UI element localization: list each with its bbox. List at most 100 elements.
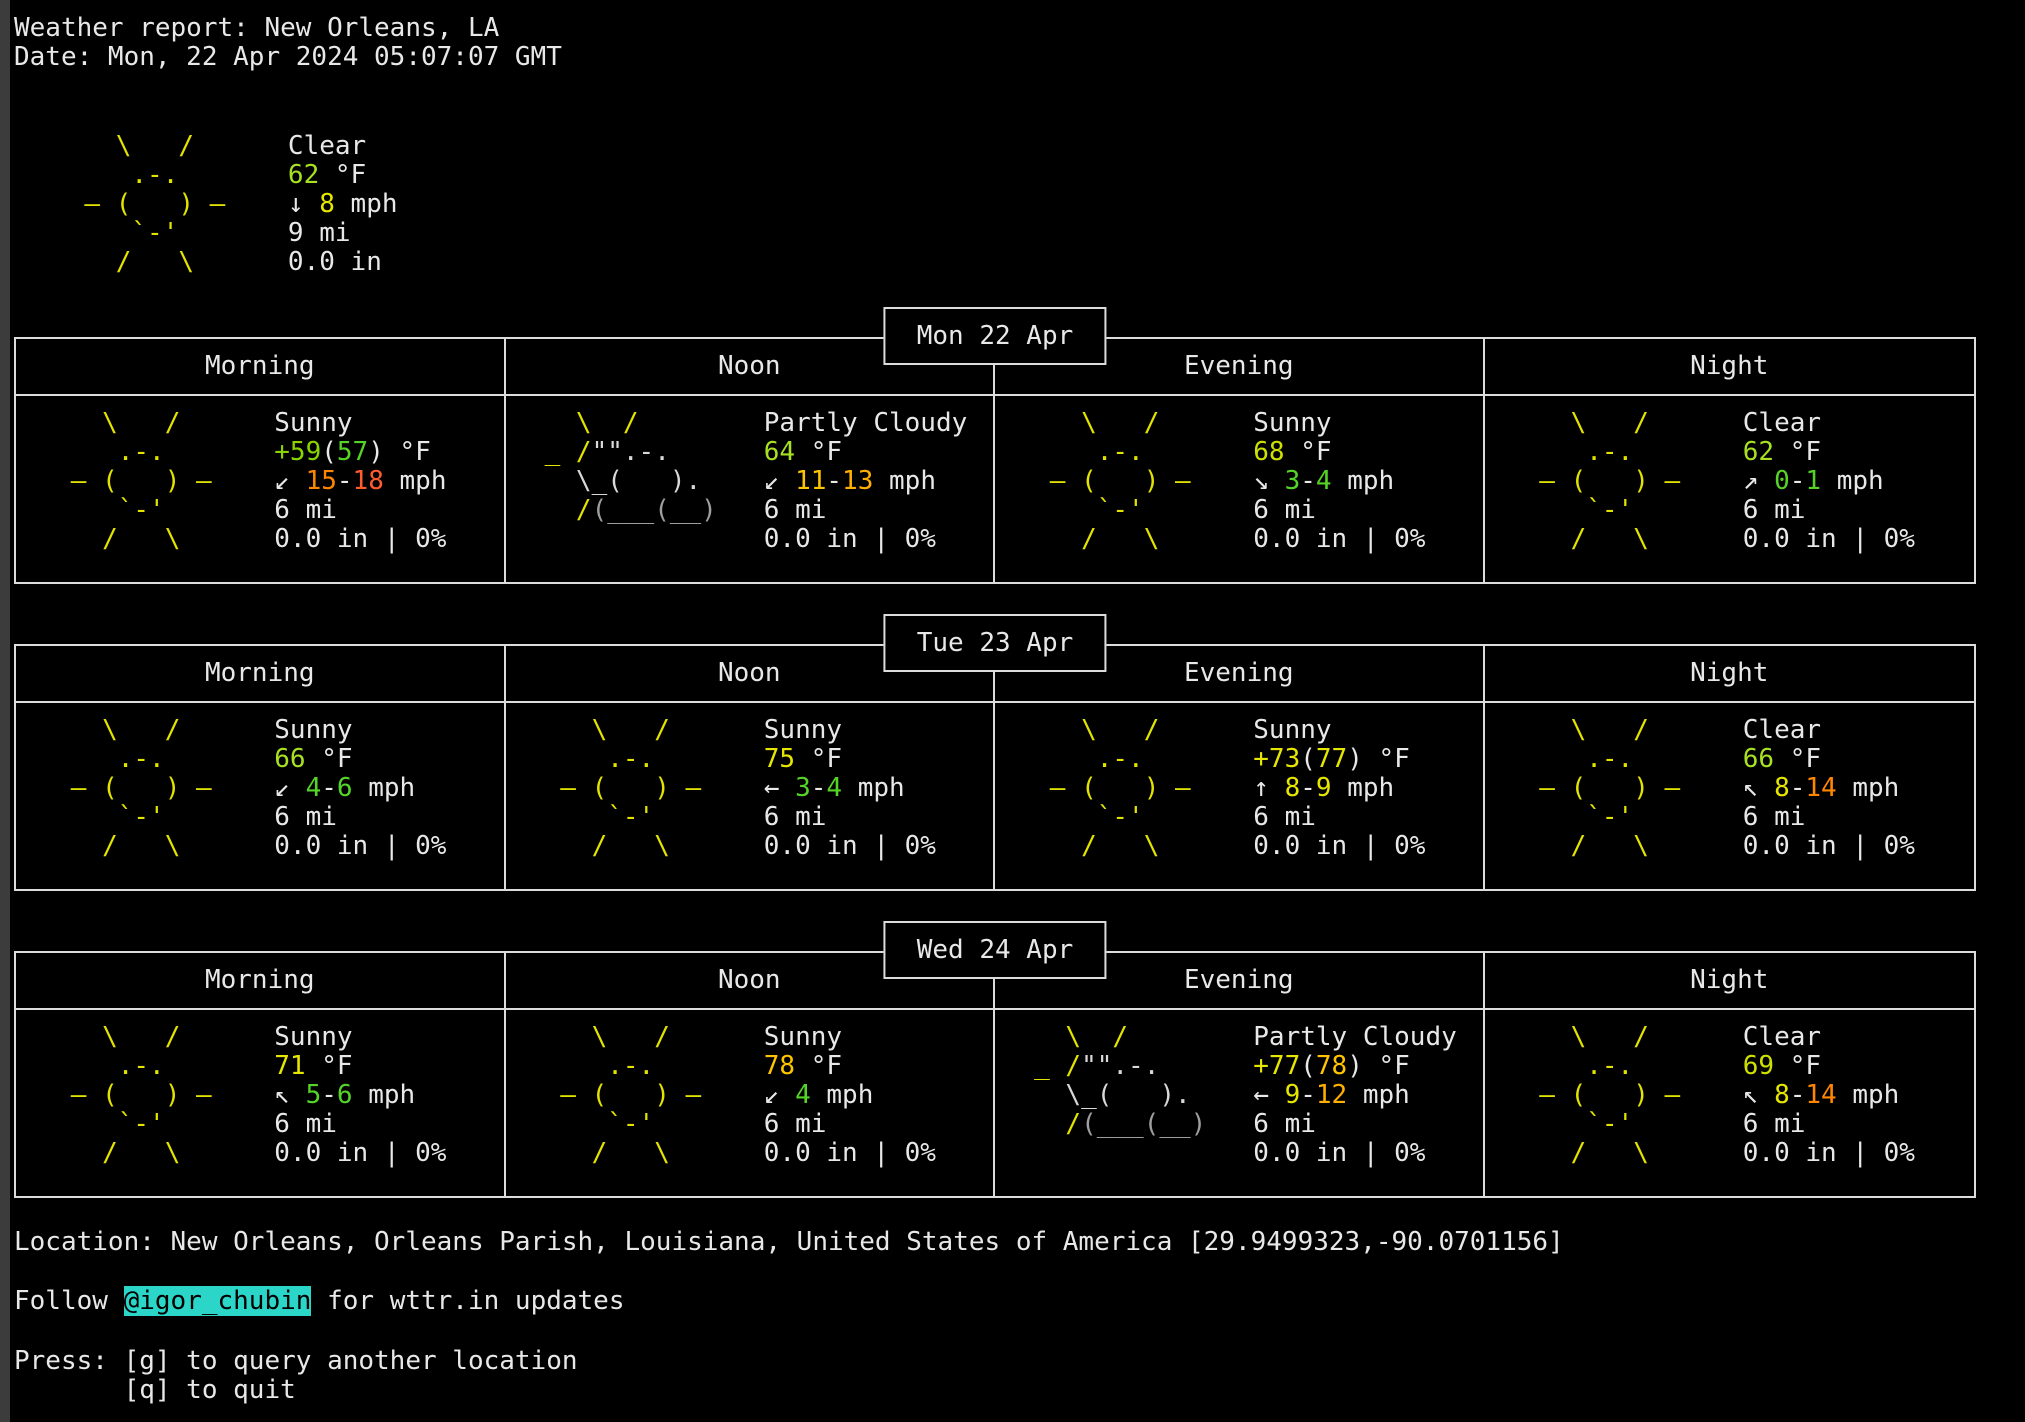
text-segment: Sunny bbox=[274, 1022, 352, 1052]
text-segment: ― ( ) ― bbox=[1018, 773, 1222, 803]
text-segment: Partly Cloudy bbox=[1253, 1022, 1457, 1052]
report-title: Weather report: New Orleans, LA bbox=[14, 14, 2011, 43]
forecast-cell-night: \ / .-. ― ( ) ― `-' / \ Clear 69 °F ↖ 8-… bbox=[1485, 1010, 1975, 1196]
text-segment: ) bbox=[1347, 744, 1363, 774]
text-segment: .-. bbox=[1508, 437, 1712, 467]
forecast-cell-night: \ / .-. ― ( ) ― `-' / \ Clear 62 °F ↗ 0-… bbox=[1485, 396, 1975, 582]
text-segment: 9 bbox=[1285, 1080, 1301, 1110]
text-segment: 15 bbox=[306, 466, 337, 496]
text-segment: ― ( ) ― bbox=[529, 1080, 733, 1110]
text-segment: 71 bbox=[274, 1051, 305, 1081]
sun-art-icon: \ / .-. ― ( ) ― `-' / \ bbox=[39, 409, 274, 554]
text-segment: °F bbox=[384, 437, 431, 467]
text-segment: / \ bbox=[1018, 831, 1222, 861]
text-segment: 6 mi bbox=[274, 495, 337, 525]
twitter-handle[interactable]: @igor_chubin bbox=[124, 1286, 312, 1316]
text-segment: \ / bbox=[1508, 408, 1712, 438]
text-segment: / \ bbox=[1508, 831, 1712, 861]
text-segment: 11 bbox=[795, 466, 826, 496]
text-segment: ( bbox=[1300, 1051, 1316, 1081]
date-tab: Tue 23 Apr bbox=[883, 614, 1106, 672]
text-segment: ↗ bbox=[1743, 466, 1774, 496]
text-segment: 0 bbox=[1774, 466, 1790, 496]
text-segment: 3 bbox=[795, 773, 811, 803]
text-segment: ― ( ) ― bbox=[1508, 773, 1712, 803]
text-segment: °F bbox=[1363, 1051, 1410, 1081]
text-segment: Sunny bbox=[764, 715, 842, 745]
text-segment: \ / bbox=[39, 1022, 243, 1052]
current-weather-art-icon: \ / .-. ― ( ) ― `-' / \ bbox=[53, 132, 288, 277]
keyboard-hints: Press: [g] to query another location [q]… bbox=[14, 1347, 2011, 1405]
text-segment: 1 bbox=[1805, 466, 1821, 496]
forecast-cell-evening: \ / .-. ― ( ) ― `-' / \ Sunny 68 °F ↘ 3-… bbox=[995, 396, 1485, 582]
text-segment: 4 bbox=[826, 773, 842, 803]
text-segment: °F bbox=[319, 160, 366, 190]
text-segment: .-. bbox=[1508, 1051, 1712, 1081]
forecast-day: Tue 23 AprMorningNoonEveningNight \ / .-… bbox=[14, 644, 1976, 891]
text-segment: 6 bbox=[337, 1080, 353, 1110]
text-segment: ― ( ) ― bbox=[39, 466, 243, 496]
sun-art-icon: \ / .-. ― ( ) ― `-' / \ bbox=[39, 1023, 274, 1168]
text-segment: mph bbox=[811, 1080, 874, 1110]
text-segment: "".-. bbox=[1081, 1051, 1222, 1081]
text-segment: `-' bbox=[39, 1109, 243, 1139]
forecast-cell-morning: \ / .-. ― ( ) ― `-' / \ Sunny 66 °F ↙ 4-… bbox=[16, 703, 506, 889]
text-segment: 0.0 in | 0% bbox=[274, 831, 446, 861]
date-tab: Mon 22 Apr bbox=[883, 307, 1106, 365]
text-segment: - bbox=[321, 773, 337, 803]
text-segment: \_( ). bbox=[529, 466, 733, 496]
text-segment: Partly Cloudy bbox=[764, 408, 968, 438]
forecast-table: MorningNoonEveningNight \ / .-. ― ( ) ― … bbox=[14, 644, 1976, 891]
text-segment: / \ bbox=[53, 247, 257, 277]
text-segment: ← bbox=[1253, 1080, 1284, 1110]
text-segment: Sunny bbox=[274, 408, 352, 438]
text-segment: _ / bbox=[529, 437, 592, 467]
text-segment: Sunny bbox=[1253, 715, 1331, 745]
text-segment: 6 mi bbox=[1743, 495, 1806, 525]
text-segment: 64 bbox=[764, 437, 795, 467]
text-segment: 18 bbox=[353, 466, 384, 496]
text-segment: 0.0 in | 0% bbox=[274, 1138, 446, 1168]
text-segment: \ / bbox=[39, 715, 243, 745]
text-segment: ↙ bbox=[274, 466, 305, 496]
text-segment: mph bbox=[1347, 1080, 1410, 1110]
weather-details: Sunny 78 °F ↙ 4 mph 6 mi 0.0 in | 0% bbox=[764, 1023, 936, 1168]
text-segment: 68 bbox=[1253, 437, 1284, 467]
text-segment: .-. bbox=[39, 437, 243, 467]
text-segment: °F bbox=[306, 744, 353, 774]
text-segment: mph bbox=[353, 1080, 416, 1110]
text-segment: 0.0 in | 0% bbox=[1743, 1138, 1915, 1168]
text-segment: 0.0 in | 0% bbox=[764, 831, 936, 861]
text-segment: 66 bbox=[1743, 744, 1774, 774]
text-segment: 3 bbox=[1285, 466, 1301, 496]
partly-cloudy-art-icon: \ / _ /"".-. \_( ). /(___(__) bbox=[1018, 1023, 1253, 1168]
text-segment: 14 bbox=[1805, 773, 1836, 803]
text-segment: .-. bbox=[39, 744, 243, 774]
text-segment: ↓ bbox=[288, 189, 319, 219]
text-segment: ↙ bbox=[764, 466, 795, 496]
current-weather-details: Clear 62 °F ↓ 8 mph 9 mi 0.0 in bbox=[288, 132, 398, 277]
text-segment: 66 bbox=[274, 744, 305, 774]
period-header-morning: Morning bbox=[16, 953, 506, 1008]
terminal-screen[interactable]: Weather report: New Orleans, LA Date: Mo… bbox=[14, 14, 2011, 1405]
forecast-cells-row: \ / .-. ― ( ) ― `-' / \ Sunny 66 °F ↙ 4-… bbox=[16, 703, 1974, 889]
text-segment: 0.0 in | 0% bbox=[1253, 1138, 1425, 1168]
text-segment: °F bbox=[1285, 437, 1332, 467]
text-segment: mph bbox=[1332, 466, 1395, 496]
text-segment: 0.0 in | 0% bbox=[1743, 831, 1915, 861]
hint-quit: [q] to quit bbox=[14, 1375, 296, 1405]
text-segment: 0.0 in | 0% bbox=[274, 524, 446, 554]
text-segment: / bbox=[529, 495, 592, 525]
text-segment: 8 bbox=[319, 189, 335, 219]
text-segment: °F bbox=[1774, 1051, 1821, 1081]
period-header-morning: Morning bbox=[16, 646, 506, 701]
text-segment: 6 bbox=[337, 773, 353, 803]
period-header-night: Night bbox=[1485, 339, 1975, 394]
text-segment: `-' bbox=[1508, 1109, 1712, 1139]
text-segment: 78 bbox=[764, 1051, 795, 1081]
text-segment: / \ bbox=[1508, 524, 1712, 554]
text-segment: 62 bbox=[1743, 437, 1774, 467]
text-segment: 62 bbox=[288, 160, 319, 190]
text-segment: - bbox=[1300, 773, 1316, 803]
text-segment: - bbox=[826, 466, 842, 496]
